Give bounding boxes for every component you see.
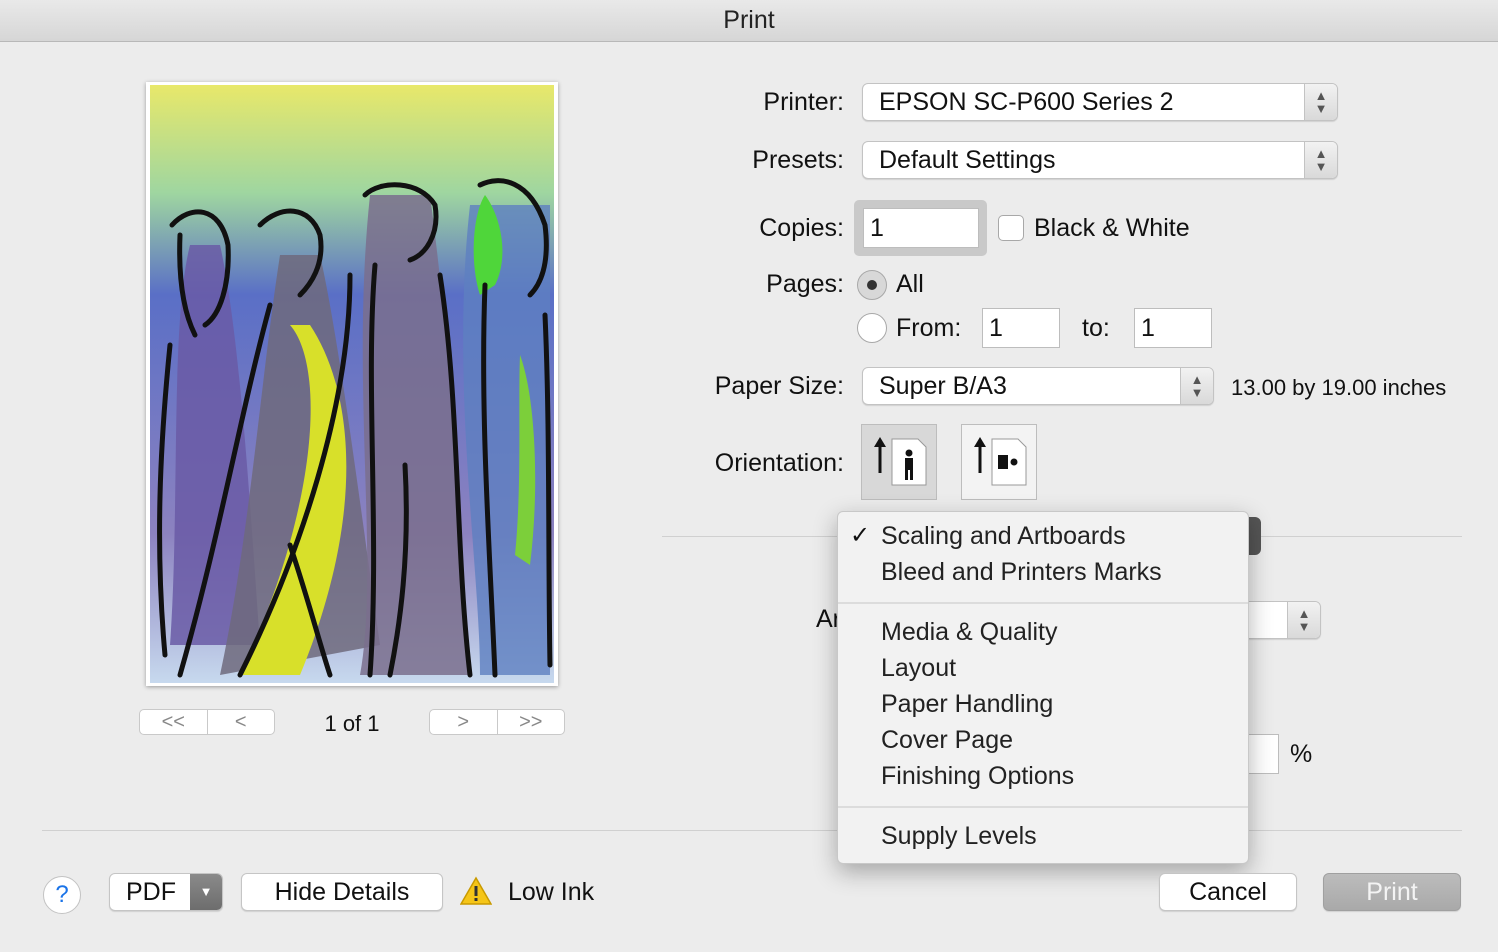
portrait-orientation-button[interactable] bbox=[861, 424, 937, 500]
menu-separator bbox=[838, 602, 1248, 604]
presets-value: Default Settings bbox=[879, 146, 1056, 174]
low-ink-label: Low Ink bbox=[508, 878, 595, 906]
menu-item-finishing-options[interactable]: Finishing Options bbox=[881, 762, 1074, 791]
orientation-label: Orientation: bbox=[714, 449, 844, 477]
pages-to-input[interactable]: 1 bbox=[1134, 308, 1212, 348]
pages-to-label: to: bbox=[1082, 314, 1110, 342]
pages-from-radio[interactable] bbox=[857, 313, 887, 343]
help-button[interactable]: ? bbox=[43, 876, 81, 914]
warning-icon bbox=[460, 876, 492, 905]
window-title: Print bbox=[723, 6, 775, 34]
black-white-label[interactable]: Black & White bbox=[1034, 214, 1190, 243]
artwork-thumbnail bbox=[150, 85, 554, 683]
hidden-popup[interactable]: ▲ ▼ bbox=[1240, 601, 1321, 639]
window-titlebar: Print bbox=[0, 0, 1498, 42]
chevron-down-icon: ▼ bbox=[190, 874, 222, 910]
cancel-button[interactable]: Cancel bbox=[1159, 873, 1297, 911]
print-button[interactable]: Print bbox=[1323, 873, 1461, 911]
hide-details-button[interactable]: Hide Details bbox=[241, 873, 443, 911]
paper-size-value: Super B/A3 bbox=[879, 372, 1007, 400]
menu-item-cover-page[interactable]: Cover Page bbox=[881, 726, 1013, 755]
presets-label: Presets: bbox=[752, 146, 844, 174]
updown-arrows-icon: ▲ ▼ bbox=[1304, 142, 1337, 178]
pages-all-label[interactable]: All bbox=[896, 270, 924, 299]
pdf-label: PDF bbox=[126, 878, 176, 906]
last-page-button[interactable]: >> bbox=[496, 710, 565, 734]
print-preview bbox=[146, 82, 558, 686]
footer-divider bbox=[42, 830, 1462, 831]
preview-nav-forward-group: > >> bbox=[429, 709, 565, 735]
checkmark-icon: ✓ bbox=[850, 522, 871, 549]
menu-item-media-quality[interactable]: Media & Quality bbox=[881, 618, 1057, 647]
updown-arrows-icon: ▲ ▼ bbox=[1304, 84, 1337, 120]
next-page-button[interactable]: > bbox=[430, 710, 497, 734]
menu-item-bleed-printers-marks[interactable]: Bleed and Printers Marks bbox=[881, 558, 1162, 587]
updown-arrows-icon: ▲ ▼ bbox=[1287, 602, 1320, 638]
presets-popup[interactable]: Default Settings ▲ ▼ bbox=[862, 141, 1338, 179]
printer-popup[interactable]: EPSON SC-P600 Series 2 ▲ ▼ bbox=[862, 83, 1338, 121]
landscape-icon bbox=[974, 437, 1027, 486]
percent-sign: % bbox=[1290, 740, 1313, 768]
previous-page-button[interactable]: < bbox=[206, 710, 275, 734]
preview-nav-back-group: << < bbox=[139, 709, 275, 735]
menu-item-scaling-artboards[interactable]: Scaling and Artboards bbox=[881, 522, 1126, 551]
paper-size-label: Paper Size: bbox=[714, 372, 844, 400]
pages-all-radio[interactable] bbox=[857, 270, 887, 300]
page-indicator: 1 of 1 bbox=[324, 711, 380, 736]
menu-separator bbox=[838, 806, 1248, 808]
first-page-button[interactable]: << bbox=[140, 710, 207, 734]
copies-label: Copies: bbox=[759, 214, 844, 242]
black-white-checkbox[interactable] bbox=[998, 215, 1024, 241]
updown-arrows-icon: ▲ ▼ bbox=[1180, 368, 1213, 404]
paper-size-popup[interactable]: Super B/A3 ▲ ▼ bbox=[862, 367, 1214, 405]
pages-from-label: From: bbox=[896, 314, 962, 342]
portrait-icon bbox=[874, 437, 927, 486]
copies-input[interactable]: 1 bbox=[863, 208, 979, 248]
pdf-menu-button[interactable]: PDF ▼ bbox=[109, 873, 223, 911]
section-dropdown-menu: ✓ Scaling and Artboards Bleed and Printe… bbox=[837, 511, 1249, 864]
pages-from-input[interactable]: 1 bbox=[982, 308, 1060, 348]
pages-label: Pages: bbox=[766, 270, 844, 298]
printer-value: EPSON SC-P600 Series 2 bbox=[879, 88, 1174, 116]
help-icon: ? bbox=[55, 881, 69, 908]
paper-dimensions: 13.00 by 19.00 inches bbox=[1231, 375, 1447, 400]
menu-item-paper-handling[interactable]: Paper Handling bbox=[881, 690, 1053, 719]
menu-item-layout[interactable]: Layout bbox=[881, 654, 956, 683]
menu-item-supply-levels[interactable]: Supply Levels bbox=[881, 822, 1037, 851]
printer-label: Printer: bbox=[763, 88, 844, 116]
landscape-orientation-button[interactable] bbox=[961, 424, 1037, 500]
